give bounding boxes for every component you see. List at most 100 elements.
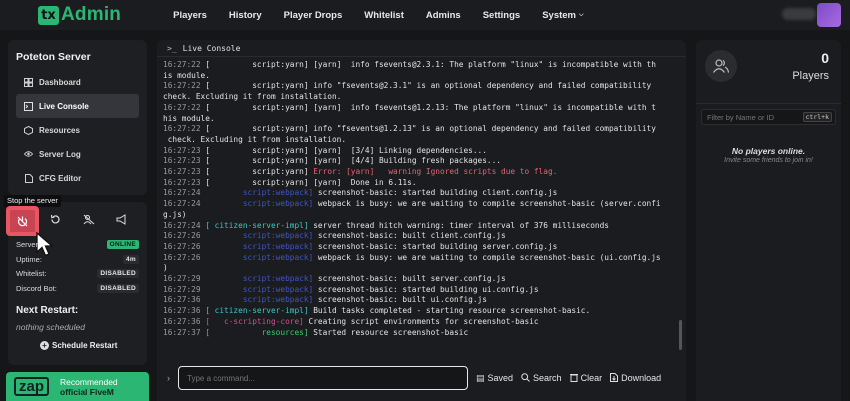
console-line: 16:27:23 [ script:yarn] [yarn] Done in 6… — [163, 178, 674, 189]
command-input[interactable] — [178, 366, 468, 390]
download-label: Download — [621, 373, 662, 383]
sidebar-item-cfg-editor[interactable]: CFG Editor — [16, 166, 139, 190]
console-timestamp: 16:27:23 — [163, 156, 201, 166]
next-restart-title: Next Restart: — [16, 305, 79, 316]
console-tag: script:webpack] — [205, 241, 314, 251]
server-sidebar: Poteton Server Dashboard Live Console Re… — [8, 40, 147, 195]
sidebar-item-dashboard[interactable]: Dashboard — [16, 70, 139, 94]
status-label: Whitelist: — [16, 269, 47, 278]
console-timestamp: 16:27:26 — [163, 231, 201, 241]
zap-text: Recommended official FiveM — [60, 377, 118, 397]
chevron-down-icon: ⌵ — [579, 11, 584, 18]
server-menu: Dashboard Live Console Resources Server … — [8, 70, 147, 190]
console-line: ) — [163, 263, 674, 274]
status-uptime: Uptime: 4m — [16, 255, 139, 264]
console-tag: script:webpack] — [205, 274, 314, 284]
console-timestamp: 16:27:29 — [163, 274, 201, 284]
console-line: check. Excluding it from installation. — [163, 92, 674, 103]
console-scrollbar[interactable] — [679, 320, 682, 350]
saved-button[interactable]: ▤ Saved — [476, 373, 513, 384]
uptime-badge: 4m — [123, 255, 139, 264]
console-tag: [ citizen-server-impl] — [205, 220, 309, 230]
search-button[interactable]: Search — [521, 372, 562, 384]
console-message: is module. — [163, 70, 210, 80]
console-tag: [ script:yarn] — [205, 81, 309, 91]
nav-whitelist[interactable]: Whitelist — [364, 10, 404, 21]
console-tag: [ script:yarn] — [205, 156, 309, 166]
app-logo[interactable]: tx Admin — [38, 0, 121, 30]
sidebar-item-label: Server Log — [39, 149, 81, 159]
players-panel: 0 Players ctrl+k No players online. Invi… — [696, 40, 841, 401]
download-button[interactable]: Download — [610, 372, 662, 384]
kick-all-button[interactable] — [74, 208, 103, 234]
console-line: 16:27:23 [ script:yarn] Error: [yarn] wa… — [163, 167, 674, 178]
console-tag: [ script:yarn] — [205, 167, 309, 177]
console-message: [yarn] info fsevents@1.2.13: The platfor… — [308, 102, 656, 112]
main-nav: Players History Player Drops Whitelist A… — [173, 10, 605, 21]
status-discord: Discord Bot: DISABLED — [16, 284, 139, 293]
box-icon — [24, 125, 33, 135]
console-message: webpack is busy: we are waiting to compi… — [313, 199, 661, 209]
dashboard-icon — [24, 77, 33, 87]
plus-circle-icon: + — [40, 341, 49, 350]
nav-settings[interactable]: Settings — [483, 10, 520, 21]
username-blurred[interactable] — [782, 8, 816, 20]
sidebar-item-label: CFG Editor — [39, 173, 82, 183]
console-timestamp: 16:27:24 — [163, 188, 201, 198]
restart-server-button[interactable] — [41, 208, 70, 234]
zap-hosting-banner[interactable]: zap Recommended official FiveM — [6, 372, 149, 401]
console-tag: [ resources] — [205, 327, 309, 337]
console-line: check. Excluding it from installation. — [163, 135, 674, 146]
zap-line2-text: official FiveM — [60, 386, 114, 397]
user-avatar[interactable] — [817, 3, 841, 27]
logo-text: Admin — [61, 4, 122, 25]
sidebar-item-resources[interactable]: Resources — [16, 118, 139, 142]
announce-button[interactable] — [107, 208, 136, 234]
console-output[interactable]: 16:27:22 [ script:yarn] [yarn] info fsev… — [163, 60, 674, 353]
top-navbar: tx Admin Players History Player Drops Wh… — [0, 0, 850, 30]
stop-server-button[interactable] — [8, 208, 37, 234]
sidebar-item-server-log[interactable]: Server Log — [16, 142, 139, 166]
clear-button[interactable]: Clear — [569, 373, 603, 384]
console-message: his module. — [163, 113, 215, 123]
sidebar-item-live-console[interactable]: Live Console — [16, 94, 139, 118]
users-icon — [705, 50, 737, 82]
console-timestamp: 16:27:23 — [163, 177, 201, 187]
console-message: screenshot-basic: started building serve… — [313, 241, 558, 251]
console-line: 16:27:22 [ script:yarn] info "fsevents@1… — [163, 124, 674, 135]
shortcut-hint: ctrl+k — [802, 112, 832, 122]
console-message: ) — [163, 263, 168, 273]
console-tag: [ citizen-server-impl] — [205, 306, 309, 316]
console-line: g.js) — [163, 210, 674, 221]
console-line: 16:27:36 [ citizen-server-impl] Build ta… — [163, 306, 674, 317]
console-line: 16:27:29 script:webpack] screenshot-basi… — [163, 285, 674, 296]
zap-logo: zap — [14, 377, 50, 396]
console-tag: [ script:yarn] — [205, 124, 309, 134]
console-line: is module. — [163, 71, 674, 82]
console-timestamp: 16:27:36 — [163, 295, 201, 305]
nav-players[interactable]: Players — [173, 10, 207, 21]
console-line: his module. — [163, 114, 674, 125]
schedule-restart-button[interactable]: + Schedule Restart — [40, 341, 117, 350]
nav-history[interactable]: History — [229, 10, 262, 21]
nav-player-drops[interactable]: Player Drops — [284, 10, 343, 21]
server-name: Poteton Server — [16, 51, 91, 63]
console-timestamp: 16:27:36 — [163, 306, 201, 316]
console-line: 16:27:36 script:webpack] screenshot-basi… — [163, 295, 674, 306]
console-message: info "fsevents@1.2.13" is an optional de… — [308, 124, 656, 134]
console-message: info "fsevents@2.3.1" is an optional dep… — [308, 81, 652, 91]
nav-system[interactable]: System ⌵ — [542, 10, 583, 21]
console-line: 16:27:36 [ c-scripting-core] Creating sc… — [163, 317, 674, 328]
console-line: 16:27:24 script:webpack] webpack is busy… — [163, 199, 674, 210]
console-command-bar: › ▤Saved Search Clear Download — [157, 363, 686, 393]
zap-line2: official FiveM — [60, 387, 118, 397]
divider — [696, 103, 841, 104]
nav-admins[interactable]: Admins — [426, 10, 461, 21]
console-line: 16:27:22 [ script:yarn] info "fsevents@2… — [163, 81, 674, 92]
console-line: 16:27:26 script:webpack] webpack is busy… — [163, 253, 674, 264]
live-console-panel: >_ Live Console 16:27:22 [ script:yarn] … — [157, 40, 686, 401]
console-timestamp: 16:27:22 — [163, 81, 201, 91]
clear-label: Clear — [580, 373, 603, 383]
console-message: webpack is busy: we are waiting to compi… — [313, 252, 661, 262]
rotate-icon — [50, 214, 61, 228]
